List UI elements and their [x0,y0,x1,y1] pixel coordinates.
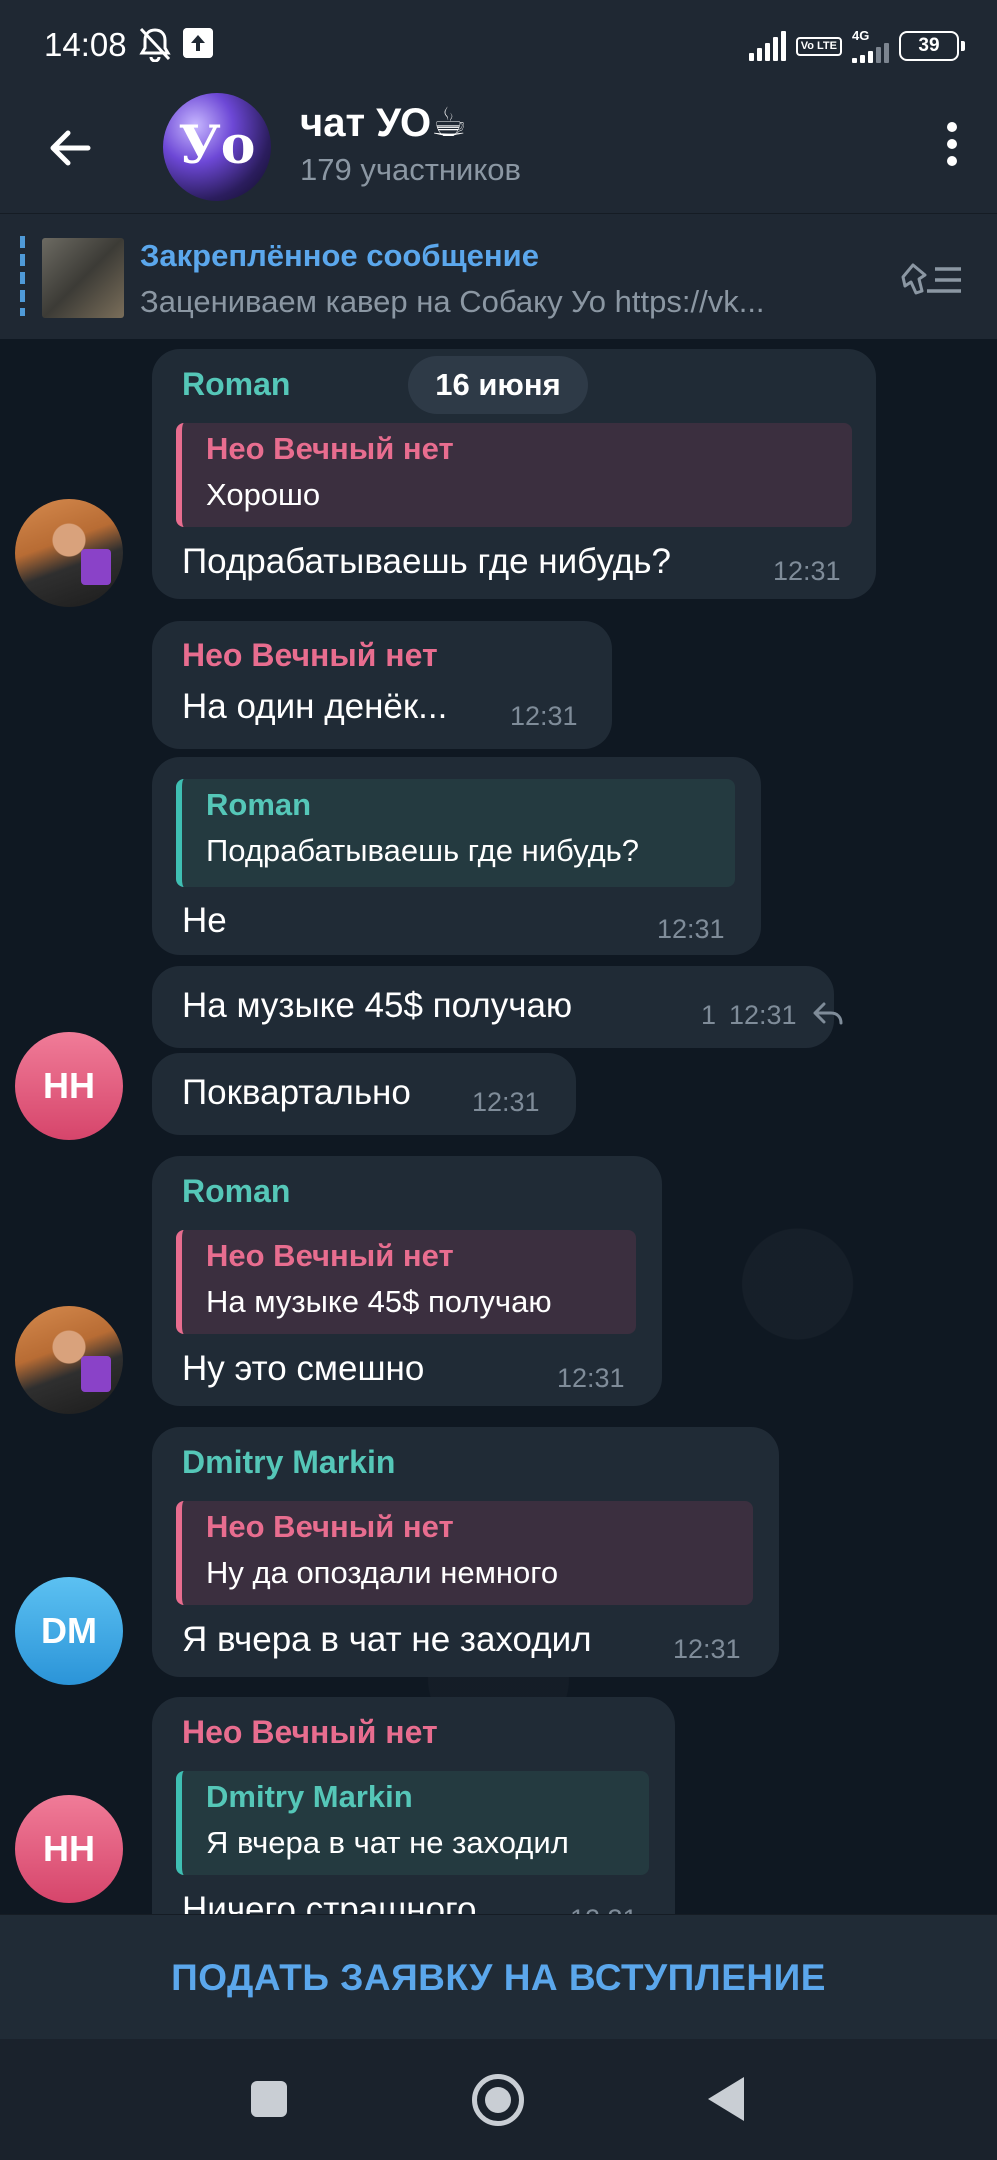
network-indicator: 4G [852,29,889,63]
message-bubble[interactable]: Roman Подрабатываешь где нибудь? Не 12:3… [152,757,761,955]
chat-avatar-logo: Уо [178,115,256,176]
bell-muted-icon [139,27,171,62]
date-chip: 16 июня [408,356,588,414]
avatar[interactable] [15,499,123,607]
signal-2-icon [852,43,889,63]
message-time: 12:31 [773,556,841,586]
message-text: Не [182,901,227,940]
message-sender[interactable]: Нео Вечный нет [182,1714,438,1751]
reply-quote-text: На музыке 45$ получаю [206,1284,552,1319]
message-bubble[interactable]: Dmitry Markin Нео Вечный нет Ну да опозд… [152,1427,779,1677]
message-text: Подрабатываешь где нибудь? [182,542,671,581]
join-request-button[interactable]: ПОДАТЬ ЗАЯВКУ НА ВСТУПЛЕНИЕ [0,1915,997,2040]
message-sender[interactable]: Roman [182,1173,290,1210]
pinned-list-icon[interactable] [899,259,963,299]
status-bar: 14:08 Vo LTE 4G 39 [0,0,997,88]
reply-quote-text: Ну да опоздали немного [206,1555,559,1590]
pinned-text: Зацениваем кавер на Собаку Уо https://vk… [140,284,765,319]
reply-quote[interactable]: Dmitry Markin Я вчера в чат не заходил [176,1771,649,1875]
message-time: 12:31 [657,914,725,944]
message-list[interactable]: Roman Нео Вечный нет Хорошо Подрабатывае… [0,339,997,1914]
reply-quote-text: Хорошо [206,477,321,512]
message-bubble[interactable]: Нео Вечный нет На один денёк... 12:31 [152,621,612,749]
reply-quote-sender: Нео Вечный нет [206,1238,454,1273]
pinned-thumbnail [42,238,124,318]
message-sender[interactable]: Dmitry Markin [182,1444,395,1481]
home-icon[interactable] [472,2074,524,2126]
battery-icon: 39 [899,31,965,61]
pinned-label: Закреплённое сообщение [140,238,539,273]
join-bar: ПОДАТЬ ЗАЯВКУ НА ВСТУПЛЕНИЕ [0,1914,997,2039]
member-count: 179 участников [300,152,521,187]
pinned-indicator [20,236,25,316]
message-text: На один денёк... [182,687,448,726]
message-text: Я вчера в чат не заходил [182,1620,592,1659]
chat-header: Уо чат УО☕ 179 участников [0,88,997,213]
message-sender[interactable]: Roman [182,366,290,403]
reply-quote[interactable]: Roman Подрабатываешь где нибудь? [176,779,735,887]
message-time: 12:31 [570,1904,638,1914]
system-nav-bar [0,2039,997,2160]
message-bubble[interactable]: Нео Вечный нет Dmitry Markin Я вчера в ч… [152,1697,675,1914]
reply-quote-sender: Roman [206,787,312,822]
reply-quote[interactable]: Нео Вечный нет На музыке 45$ получаю [176,1230,636,1334]
message-time: 12:31 [510,701,578,731]
message-time: 12:31 [729,1000,797,1030]
reply-quote-sender: Нео Вечный нет [206,1509,454,1544]
avatar[interactable]: DM [15,1577,123,1685]
network-type: 4G [852,28,870,43]
back-icon[interactable] [708,2077,744,2121]
message-bubble[interactable]: Поквартально 12:31 [152,1053,576,1135]
reply-quote-text: Я вчера в чат не заходил [206,1825,569,1860]
message-time: 12:31 [472,1087,540,1117]
chat-title[interactable]: чат УО☕ [300,100,467,146]
volte-badge: Vo LTE [795,36,842,56]
message-time: 12:31 [673,1634,741,1664]
message-time: 12:31 [557,1363,625,1393]
pinned-message-bar[interactable]: Закреплённое сообщение Зацениваем кавер … [0,213,997,339]
reply-count-icon[interactable] [812,1000,844,1026]
reply-quote[interactable]: Нео Вечный нет Хорошо [176,423,852,527]
message-sender[interactable]: Нео Вечный нет [182,637,438,674]
reply-quote-sender: Dmitry Markin [206,1779,413,1814]
more-options-icon[interactable] [945,122,959,172]
upload-icon [183,28,213,58]
reply-quote[interactable]: Нео Вечный нет Ну да опоздали немного [176,1501,753,1605]
message-bubble[interactable]: На музыке 45$ получаю 1 12:31 [152,966,843,1048]
reply-quote-text: Подрабатываешь где нибудь? [206,833,640,868]
signal-icon [748,31,786,61]
reply-count: 1 [701,1000,717,1030]
message-text: Ничего страшного [182,1890,477,1914]
recents-icon[interactable] [251,2081,287,2117]
message-text: Ну это смешно [182,1349,425,1388]
reply-quote-sender: Нео Вечный нет [206,431,454,466]
avatar[interactable]: НН [15,1795,123,1903]
message-bubble[interactable]: Roman Нео Вечный нет На музыке 45$ получ… [152,1156,662,1406]
chat-avatar[interactable]: Уо [163,93,271,201]
avatar[interactable] [15,1306,123,1414]
status-time: 14:08 [44,26,127,63]
message-text: Поквартально [182,1073,411,1112]
avatar[interactable]: НН [15,1032,123,1140]
back-arrow-icon[interactable] [40,118,100,178]
message-text: На музыке 45$ получаю [182,986,573,1025]
